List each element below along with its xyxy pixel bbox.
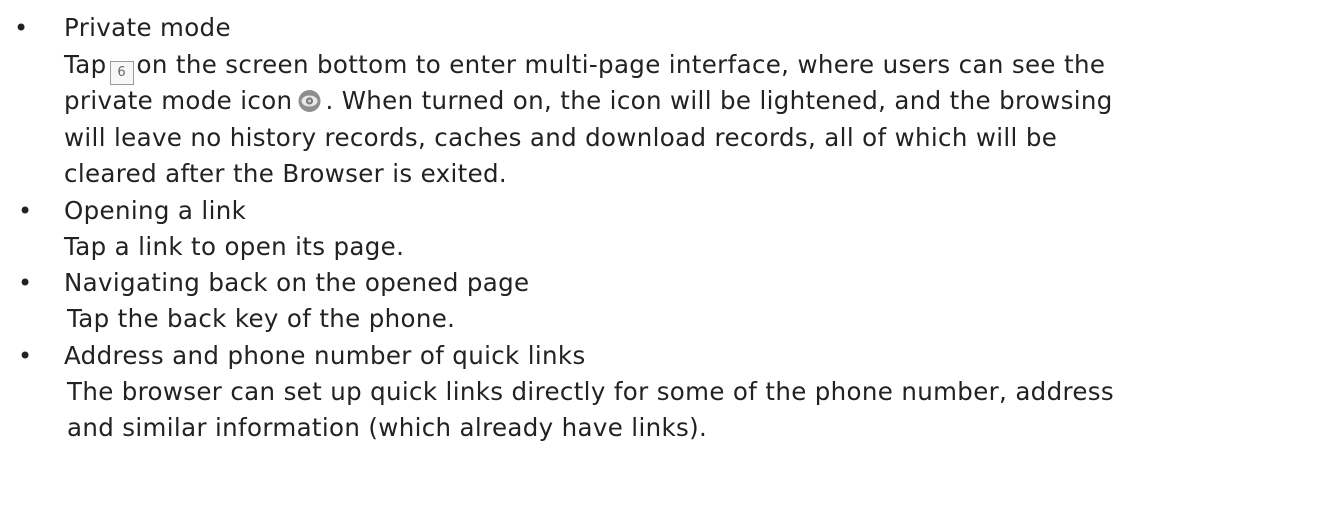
private-mode-eye-icon	[296, 85, 323, 112]
item-body-line: Tap a link to open its page.	[64, 232, 405, 261]
body-text: . When turned on, the icon will be light…	[325, 86, 1113, 115]
item-body-line: Tap 6 on the screen bottom to enter multi-…	[64, 45, 1105, 85]
body-text: Tap	[64, 50, 107, 79]
item-body-line: private mode icon . When turned on, the i…	[64, 81, 1113, 121]
document-page: • Private mode Tap 6 on the screen bottom …	[0, 0, 1327, 508]
item-body-line: and similar information (which already h…	[67, 413, 708, 442]
item-body-line: will leave no history records, caches an…	[64, 123, 1058, 152]
item-body-line: Tap the back key of the phone.	[67, 304, 456, 333]
item-body-line: The browser can set up quick links direc…	[67, 377, 1115, 406]
item-title: Opening a link	[64, 196, 247, 225]
item-body-line: cleared after the Browser is exited.	[64, 159, 508, 188]
item-title: Private mode	[64, 13, 231, 42]
bullet: •	[14, 14, 29, 42]
body-text: private mode icon	[64, 86, 293, 115]
body-text: on the screen bottom to enter multi-page…	[136, 50, 1106, 79]
item-title: Address and phone number of quick links	[64, 341, 586, 370]
bullet: •	[18, 269, 33, 297]
bullet: •	[18, 342, 33, 370]
item-title: Navigating back on the opened page	[64, 268, 530, 297]
bullet: •	[18, 197, 33, 225]
